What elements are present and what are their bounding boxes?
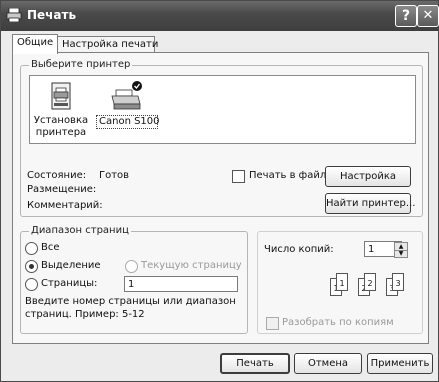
print-button[interactable]: Печать: [220, 353, 290, 374]
collate-label[interactable]: Разобрать по копиям: [282, 317, 394, 328]
collate-checkbox[interactable]: [266, 317, 279, 330]
range-selection-label[interactable]: Выделение: [41, 260, 101, 271]
range-selection-radio[interactable]: [25, 260, 38, 273]
sheet-c-front: 3: [392, 273, 404, 291]
page-range-hint-line1: Введите номер страницы или диапазон: [25, 296, 236, 307]
printer-item-canon-s100[interactable]: Canon S100: [96, 80, 160, 129]
print-dialog: Печать ? ✕ Общие Настройка печати Выбери…: [0, 0, 439, 382]
location-label: Размещение:: [27, 184, 97, 195]
close-button[interactable]: ✕: [417, 5, 439, 27]
printer-icon: [111, 81, 142, 110]
copies-group: Число копий: 1 ▲ ▼ 1 1 2 2 3 3 Разобрать…: [257, 231, 423, 334]
sheet-a-front: 1: [336, 273, 348, 291]
print-to-file-label[interactable]: Печать в файл: [249, 170, 326, 181]
window-title: Печать: [27, 8, 77, 22]
range-all-radio[interactable]: [25, 242, 38, 255]
cancel-button[interactable]: Отмена: [294, 353, 362, 374]
status-label: Состояние:: [27, 170, 87, 181]
add-printer-label-line1: Установка: [33, 115, 89, 126]
printer-item-add[interactable]: Установка принтера: [32, 82, 90, 139]
printer-group: Выберите принтер Установка принтера Cano…: [20, 59, 423, 217]
range-current-page-radio[interactable]: [125, 260, 138, 273]
copies-down-icon[interactable]: ▼: [394, 250, 408, 258]
printer-app-icon: [6, 8, 22, 22]
add-printer-label-line2: принтера: [35, 127, 87, 138]
copies-label: Число копий:: [264, 244, 334, 255]
print-to-file-checkbox[interactable]: [232, 170, 245, 183]
printer-group-legend: Выберите принтер: [29, 59, 133, 70]
range-pages-radio[interactable]: [25, 278, 38, 291]
status-value: Готов: [99, 170, 130, 181]
printer-list[interactable]: Установка принтера Canon S100: [29, 75, 416, 144]
title-bar[interactable]: Печать ? ✕: [1, 1, 439, 31]
range-current-page-label[interactable]: Текущую страницу: [141, 260, 242, 271]
apply-button[interactable]: Применить: [367, 353, 433, 374]
tab-print-settings[interactable]: Настройка печати: [57, 36, 158, 53]
page-range-legend: Диапазон страниц: [29, 225, 131, 236]
preferences-button[interactable]: Настройка: [325, 166, 411, 187]
range-pages-label[interactable]: Страницы:: [41, 278, 97, 289]
find-printer-button[interactable]: Найти принтер...: [325, 193, 415, 214]
page-range-hint-line2: страниц. Пример: 5-12: [25, 309, 145, 320]
comment-label: Комментарий:: [27, 200, 103, 211]
range-all-label[interactable]: Все: [41, 242, 60, 253]
add-printer-icon: [51, 82, 71, 110]
pages-input[interactable]: 1: [124, 276, 238, 292]
help-button[interactable]: ?: [395, 5, 417, 27]
tab-panel-general: Выберите принтер Установка принтера Cano…: [12, 52, 429, 344]
page-range-group: Диапазон страниц Все Выделение Текущую с…: [20, 225, 248, 334]
sheet-b-front: 2: [364, 273, 376, 291]
canon-s100-label: Canon S100: [96, 115, 160, 129]
tab-general[interactable]: Общие: [12, 34, 58, 54]
